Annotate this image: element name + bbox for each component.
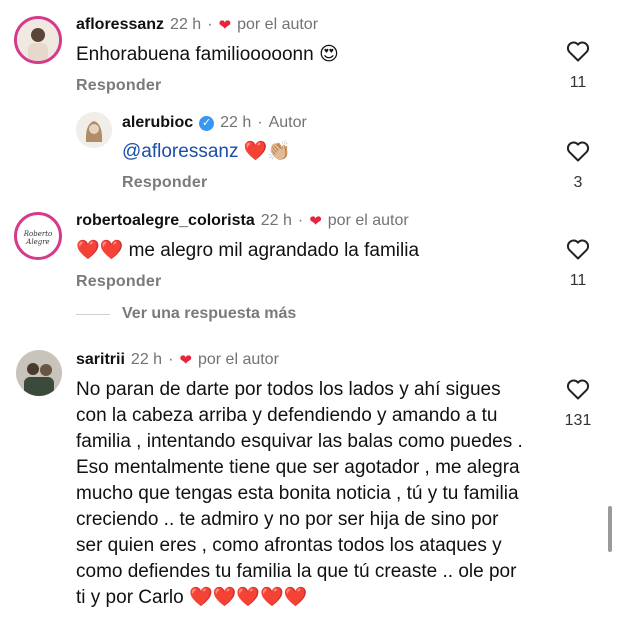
avatar[interactable] — [14, 16, 62, 64]
heart-outline-icon — [566, 41, 590, 62]
timestamp: 22 h — [170, 16, 202, 33]
heart-outline-icon — [566, 379, 590, 400]
username[interactable]: saritrii — [76, 351, 125, 369]
like-button[interactable]: 11 — [558, 40, 598, 92]
reply-button[interactable]: Responder — [76, 77, 161, 95]
liked-by-author-label: por el autor — [197, 351, 279, 368]
profile-photo-icon — [17, 19, 59, 61]
avatar[interactable] — [16, 350, 62, 396]
like-button[interactable]: 11 — [558, 238, 598, 290]
avatar[interactable]: Roberto Alegre — [14, 212, 62, 260]
like-button[interactable]: 131 — [558, 378, 598, 430]
like-count: 11 — [569, 74, 587, 91]
liked-by-author-label: por el autor — [327, 212, 409, 229]
comment-text: No paran de darte por todos los lados y … — [76, 379, 523, 608]
liked-by-author-heart-icon: ❤ — [218, 16, 232, 34]
author-tag: Autor — [268, 114, 307, 131]
liked-by-author-heart-icon: ❤ — [309, 212, 322, 230]
timestamp: 22 h — [130, 351, 163, 368]
like-button[interactable]: 3 — [558, 140, 598, 192]
username[interactable]: afloressanz — [76, 16, 164, 34]
reply-button[interactable]: Responder — [76, 273, 161, 291]
reply-button[interactable]: Responder — [122, 174, 207, 192]
heart-outline-icon — [566, 239, 590, 260]
comment-text: @afloressanz ❤️👏🏼 — [122, 141, 292, 162]
like-count: 11 — [569, 272, 587, 289]
like-count: 131 — [564, 412, 592, 429]
scrollbar[interactable] — [608, 506, 612, 552]
heart-outline-icon — [566, 141, 590, 162]
mention-link[interactable]: @afloressanz — [122, 141, 238, 162]
liked-by-author-heart-icon: ❤ — [179, 351, 192, 369]
liked-by-author-label: por el autor — [237, 16, 319, 33]
timestamp: 22 h — [260, 212, 292, 229]
profile-photo-icon — [76, 112, 112, 148]
comment-text: Enhorabuena familiooooonn 😍 — [76, 44, 339, 65]
profile-photo-icon — [16, 350, 62, 396]
like-count: 3 — [573, 174, 583, 191]
verified-badge-icon: ✓ — [199, 115, 215, 131]
view-more-replies-link[interactable]: Ver una respuesta más — [122, 305, 296, 323]
username[interactable]: alerubioc — [122, 114, 193, 132]
avatar-logo-text: Roberto Alegre — [23, 230, 53, 246]
comment-text: ❤️❤️ me alegro mil agrandado la familia — [76, 240, 420, 261]
avatar[interactable] — [76, 112, 112, 148]
username[interactable]: robertoalegre_colorista — [76, 212, 255, 230]
divider — [76, 314, 110, 315]
timestamp: 22 h — [220, 114, 252, 131]
